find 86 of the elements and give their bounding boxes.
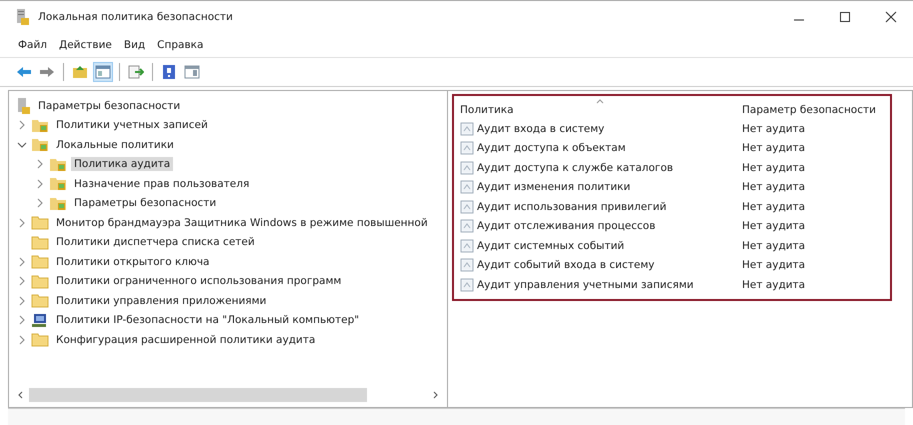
policy-icon xyxy=(460,122,474,136)
close-icon[interactable] xyxy=(885,11,897,23)
scrollbar-thumb[interactable] xyxy=(29,388,367,402)
policy-setting: Нет аудита xyxy=(742,200,806,213)
folder-icon xyxy=(31,293,49,308)
locked-folder-icon xyxy=(49,156,67,172)
policy-name[interactable]: Аудит входа в систему xyxy=(477,122,604,135)
menu-item[interactable]: Файл xyxy=(18,39,48,51)
policy-name[interactable]: Аудит доступа к службе каталогов xyxy=(477,162,674,174)
maximize-icon[interactable] xyxy=(839,11,851,23)
policy-icon xyxy=(460,160,474,175)
policy-icon xyxy=(460,141,474,156)
expand-chevron-icon[interactable] xyxy=(36,178,44,189)
folder-icon xyxy=(31,254,49,270)
expand-chevron-icon[interactable] xyxy=(18,315,26,326)
expand-chevron-icon[interactable] xyxy=(18,256,26,267)
folder-icon xyxy=(31,215,49,230)
folder-icon xyxy=(31,332,49,348)
locked-folder-icon xyxy=(31,118,49,133)
policy-name[interactable]: Аудит отслеживания процессов xyxy=(477,220,656,232)
tree-item[interactable]: Политики ограниченного использования программ xyxy=(53,274,344,288)
policy-setting: Нет аудита xyxy=(742,220,806,232)
tree-item[interactable]: Политики диспетчера списка сетей xyxy=(53,235,258,250)
policy-setting: Нет аудита xyxy=(742,122,806,135)
expand-chevron-icon[interactable] xyxy=(36,198,44,208)
scroll-right-icon[interactable] xyxy=(433,391,439,399)
tree-item[interactable]: Параметры безопасности xyxy=(35,98,184,113)
locked-folder-icon xyxy=(31,137,49,152)
policy-icon xyxy=(460,200,474,214)
tree-item[interactable]: Конфигурация расширенной политики аудита xyxy=(53,332,318,347)
policy-setting: Нет аудита xyxy=(742,240,806,252)
tree-item[interactable]: Монитор брандмауэра Защитника Windows в режиме повышенной xyxy=(53,216,431,230)
help-icon xyxy=(162,64,176,80)
locked-folder-icon xyxy=(49,196,67,211)
policy-name[interactable]: Аудит управления учетными записями xyxy=(477,278,694,291)
policy-name[interactable]: Аудит системных событий xyxy=(477,240,624,252)
policy-icon xyxy=(460,258,474,272)
expand-chevron-icon[interactable] xyxy=(18,334,26,345)
tree-item[interactable]: Политика аудита xyxy=(71,157,174,172)
console-tree-icon xyxy=(95,65,111,79)
policy-name[interactable]: Аудит изменения политики xyxy=(477,181,630,194)
expand-chevron-icon[interactable] xyxy=(18,120,26,130)
expand-chevron-icon[interactable] xyxy=(18,296,26,306)
tree-item[interactable]: Политики открытого ключа xyxy=(53,254,212,269)
collapse-chevron-icon[interactable] xyxy=(17,140,27,149)
policy-name[interactable]: Аудит доступа к объектам xyxy=(477,142,626,154)
sort-caret-icon xyxy=(596,99,604,104)
policy-setting: Нет аудита xyxy=(742,162,806,174)
expand-chevron-icon[interactable] xyxy=(36,159,44,170)
column-header[interactable]: Политика xyxy=(460,104,742,116)
folder-icon xyxy=(31,274,49,289)
policy-name[interactable]: Аудит событий входа в систему xyxy=(477,259,654,272)
expand-chevron-icon[interactable] xyxy=(18,218,26,228)
policy-icon xyxy=(460,238,474,253)
toolbar-button[interactable] xyxy=(93,62,113,82)
policy-setting: Нет аудита xyxy=(742,259,806,272)
policy-setting: Нет аудита xyxy=(742,181,806,194)
export-list-icon xyxy=(128,65,144,79)
folder-icon xyxy=(31,234,49,250)
back-arrow-icon xyxy=(16,66,32,78)
app-icon xyxy=(16,9,30,25)
action-pane-icon xyxy=(184,65,200,79)
expand-chevron-icon[interactable] xyxy=(18,276,26,286)
policy-setting: Нет аудита xyxy=(742,278,806,291)
tree-item[interactable]: Локальные политики xyxy=(53,138,177,152)
forward-arrow-icon xyxy=(39,66,55,78)
policy-icon xyxy=(460,219,474,234)
tree-item[interactable]: Назначение прав пользователя xyxy=(71,176,252,191)
column-header[interactable]: Параметр безопасности xyxy=(742,104,876,116)
tree-item[interactable]: Параметры безопасности xyxy=(71,196,220,210)
policy-icon xyxy=(460,278,474,292)
menu-item[interactable]: Вид xyxy=(124,39,146,51)
scroll-left-icon[interactable] xyxy=(17,391,23,399)
window-title: Локальная политика безопасности xyxy=(38,11,233,23)
locked-folder-icon xyxy=(49,176,67,192)
policy-icon xyxy=(460,180,474,194)
menu-item[interactable]: Справка xyxy=(157,39,204,51)
computer-icon xyxy=(31,312,49,328)
security-settings-icon xyxy=(17,98,31,114)
tree-item[interactable]: Политики IP-безопасности на "Локальный компьютер" xyxy=(53,313,362,328)
policy-setting: Нет аудита xyxy=(742,142,806,154)
tree-item[interactable]: Политики управления приложениями xyxy=(53,294,270,308)
folder-up-icon xyxy=(72,65,88,79)
tree-item[interactable]: Политики учетных записей xyxy=(53,118,211,132)
menu-item[interactable]: Действие xyxy=(59,39,112,51)
policy-name[interactable]: Аудит использования привилегий xyxy=(477,200,666,213)
